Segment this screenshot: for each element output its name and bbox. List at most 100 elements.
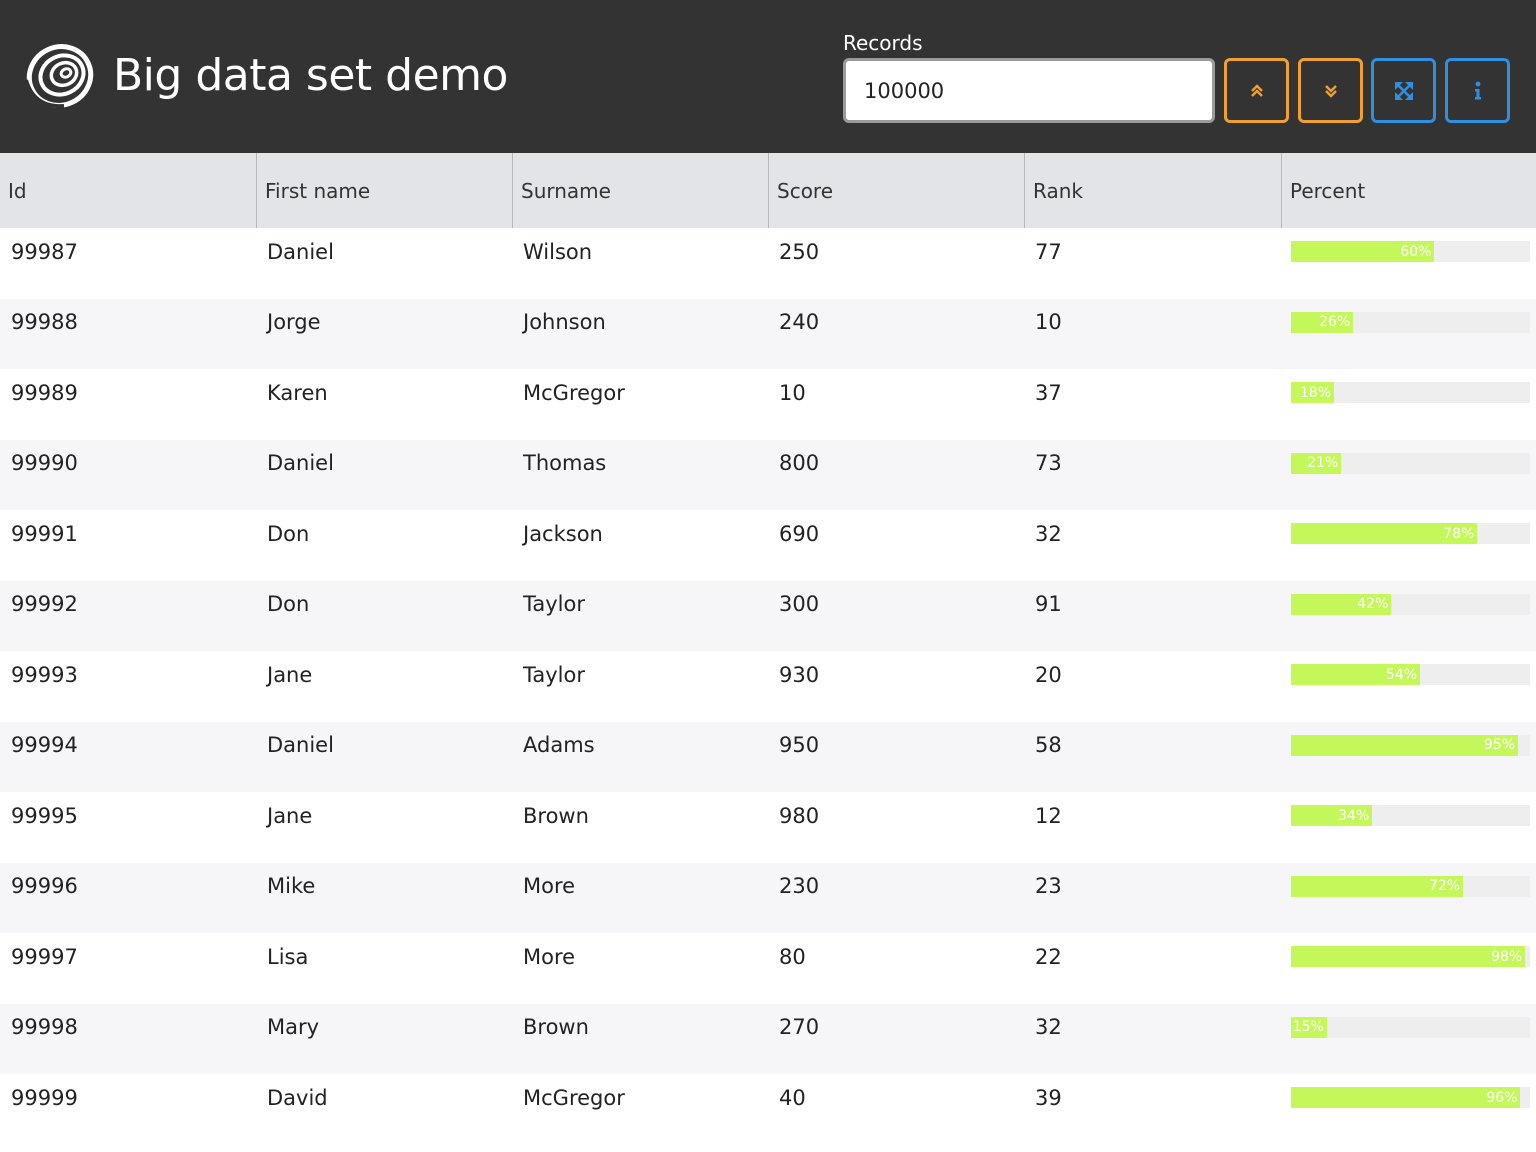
cell-score: 950 xyxy=(779,733,820,757)
column-header-percent[interactable]: Percent xyxy=(1281,153,1536,228)
cell-score: 40 xyxy=(779,1085,806,1110)
percent-bar-fill: 54% xyxy=(1291,664,1421,685)
percent-bar-fill: 96% xyxy=(1291,1087,1521,1108)
percent-bar-fill: 72% xyxy=(1291,875,1464,897)
table-row[interactable]: 99996 Mike More 230 23 72% xyxy=(0,862,1536,933)
cell-first-name: Mike xyxy=(267,874,316,898)
percent-bar-track: 96% xyxy=(1291,1087,1530,1108)
table-row[interactable]: 99987 Daniel Wilson 250 77 60% xyxy=(0,228,1536,299)
percent-bar-track: 34% xyxy=(1291,805,1530,826)
app-header: Big data set demo Records xyxy=(0,0,1536,153)
cell-score: 250 xyxy=(779,239,820,264)
cell-rank: 39 xyxy=(1035,1085,1062,1110)
percent-bar-fill: 34% xyxy=(1291,805,1373,826)
cell-score: 270 xyxy=(779,1015,820,1039)
cell-score: 10 xyxy=(779,380,806,405)
cell-first-name: Daniel xyxy=(267,733,334,757)
cell-surname: Brown xyxy=(523,1015,589,1039)
percent-bar-fill: 26% xyxy=(1291,311,1354,333)
table-row[interactable]: 99991 Don Jackson 690 32 78% xyxy=(0,510,1536,581)
percent-bar-track: 72% xyxy=(1291,875,1530,897)
cell-rank: 58 xyxy=(1035,733,1062,757)
cell-first-name: Mary xyxy=(267,1015,320,1039)
cell-id: 99998 xyxy=(11,1015,78,1039)
percent-bar-fill: 21% xyxy=(1291,452,1342,474)
percent-bar-fill: 98% xyxy=(1291,946,1526,967)
cell-score: 230 xyxy=(779,874,820,898)
cell-surname: Brown xyxy=(523,803,589,828)
percent-bar-track: 60% xyxy=(1291,241,1530,262)
column-header-first-name[interactable]: First name xyxy=(256,153,512,228)
cell-first-name: Jorge xyxy=(267,310,321,334)
table-row[interactable]: 99998 Mary Brown 270 32 15% xyxy=(0,1003,1536,1074)
spiral-logo-icon xyxy=(24,44,94,109)
cell-surname: Taylor xyxy=(523,662,585,687)
cell-rank: 23 xyxy=(1035,874,1062,898)
info-icon xyxy=(1474,81,1481,99)
cell-rank: 20 xyxy=(1035,662,1062,687)
cell-first-name: Karen xyxy=(267,380,328,405)
cell-rank: 12 xyxy=(1035,803,1062,828)
cell-rank: 32 xyxy=(1035,1015,1062,1039)
cell-id: 99991 xyxy=(11,521,78,546)
percent-bar-fill: 15% xyxy=(1291,1016,1327,1038)
table-row[interactable]: 99995 Jane Brown 980 12 34% xyxy=(0,792,1536,863)
records-input[interactable] xyxy=(843,58,1215,123)
cell-id: 99997 xyxy=(11,944,78,969)
cell-id: 99990 xyxy=(11,451,78,475)
cell-rank: 91 xyxy=(1035,592,1062,616)
percent-bar-track: 98% xyxy=(1291,946,1530,967)
table-row[interactable]: 99992 Don Taylor 300 91 42% xyxy=(0,580,1536,651)
percent-bar-track: 18% xyxy=(1291,382,1530,403)
column-header-rank[interactable]: Rank xyxy=(1024,153,1281,228)
expand-arrows-icon xyxy=(1394,81,1413,100)
cell-surname: More xyxy=(523,944,576,969)
cell-id: 99988 xyxy=(11,310,78,334)
percent-bar-track: 54% xyxy=(1291,664,1530,685)
percent-bar-fill: 78% xyxy=(1291,523,1478,544)
scroll-to-top-button[interactable] xyxy=(1224,58,1289,123)
cell-score: 690 xyxy=(779,521,820,546)
scroll-to-bottom-button[interactable] xyxy=(1298,58,1363,123)
cell-first-name: Jane xyxy=(267,662,313,687)
table-row[interactable]: 99989 Karen McGregor 10 37 18% xyxy=(0,369,1536,440)
percent-bar-track: 95% xyxy=(1291,734,1530,756)
cell-first-name: Don xyxy=(267,592,310,616)
info-button[interactable] xyxy=(1445,58,1510,123)
cell-surname: Adams xyxy=(523,733,595,757)
cell-score: 980 xyxy=(779,803,820,828)
cell-surname: Taylor xyxy=(523,592,585,616)
table-row[interactable]: 99997 Lisa More 80 22 98% xyxy=(0,933,1536,1004)
cell-score: 240 xyxy=(779,310,820,334)
cell-first-name: Daniel xyxy=(267,239,334,264)
cell-id: 99995 xyxy=(11,803,78,828)
cell-rank: 22 xyxy=(1035,944,1062,969)
column-header-id[interactable]: Id xyxy=(0,153,256,228)
cell-id: 99994 xyxy=(11,733,78,757)
cell-first-name: David xyxy=(267,1085,328,1110)
table-row[interactable]: 99990 Daniel Thomas 800 73 21% xyxy=(0,439,1536,510)
percent-bar-fill: 18% xyxy=(1291,382,1335,403)
cell-surname: Wilson xyxy=(523,239,593,264)
cell-id: 99989 xyxy=(11,380,78,405)
table-row[interactable]: 99994 Daniel Adams 950 58 95% xyxy=(0,721,1536,792)
table-row[interactable]: 99993 Jane Taylor 930 20 54% xyxy=(0,651,1536,722)
cell-first-name: Don xyxy=(267,521,310,546)
fullscreen-button[interactable] xyxy=(1371,58,1436,123)
table-row[interactable]: 99999 David McGregor 40 39 96% xyxy=(0,1074,1536,1145)
cell-id: 99992 xyxy=(11,592,78,616)
cell-rank: 73 xyxy=(1035,451,1062,475)
table-header: Id First name Surname Score Rank Percent xyxy=(0,153,1536,228)
cell-id: 99987 xyxy=(11,239,78,264)
cell-rank: 37 xyxy=(1035,380,1062,405)
percent-bar-fill: 42% xyxy=(1291,593,1392,615)
table-row[interactable]: 99988 Jorge Johnson 240 10 26% xyxy=(0,298,1536,369)
column-header-surname[interactable]: Surname xyxy=(512,153,768,228)
cell-surname: Thomas xyxy=(523,451,607,475)
percent-bar-track: 15% xyxy=(1291,1016,1530,1038)
percent-bar-fill: 60% xyxy=(1291,241,1435,262)
cell-score: 930 xyxy=(779,662,820,687)
cell-surname: McGregor xyxy=(523,380,625,405)
app-title: Big data set demo xyxy=(113,50,508,101)
column-header-score[interactable]: Score xyxy=(768,153,1024,228)
